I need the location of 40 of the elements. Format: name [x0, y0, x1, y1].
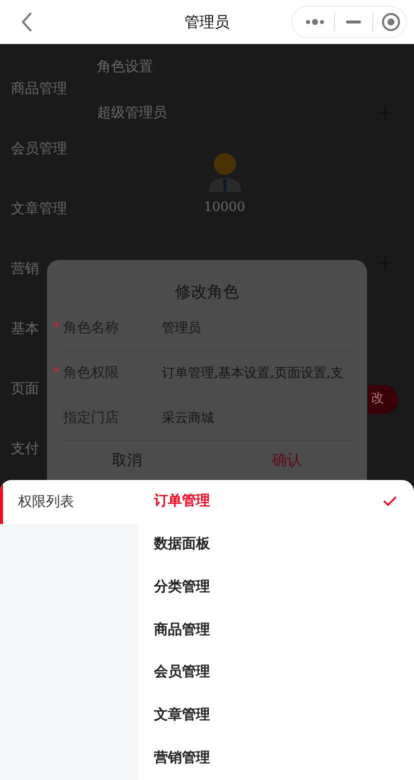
cancel-button[interactable]: 取消: [47, 441, 207, 480]
required-mark: *: [53, 364, 60, 384]
option-item[interactable]: 分类管理: [138, 566, 414, 609]
sidebar-item[interactable]: 支付: [11, 438, 39, 460]
sidebar-item[interactable]: 页面: [11, 378, 39, 400]
option-item[interactable]: 数据面板: [138, 522, 414, 566]
option-label: 分类管理: [154, 578, 210, 597]
option-item[interactable]: 会员管理: [138, 651, 414, 694]
option-item[interactable]: 营销管理: [138, 737, 414, 780]
page-title: 管理员: [184, 12, 230, 33]
edit-button[interactable]: 改: [368, 384, 398, 414]
capsule-menu[interactable]: [291, 6, 407, 38]
option-label: 商品管理: [154, 620, 210, 640]
more-icon[interactable]: [305, 18, 325, 26]
option-label: 数据面板: [154, 534, 210, 554]
option-label: 订单管理: [154, 492, 210, 511]
user-id: 10000: [204, 199, 246, 217]
sidebar-item[interactable]: 商品管理: [11, 78, 67, 100]
sidebar-item[interactable]: 文章管理: [11, 198, 67, 220]
sidebar-item[interactable]: 基本: [11, 318, 39, 340]
sidebar-item[interactable]: 营销: [11, 258, 39, 280]
sidebar-item[interactable]: 会员管理: [11, 138, 67, 160]
section-title: 角色设置: [97, 58, 153, 76]
option-label: 会员管理: [154, 663, 210, 682]
back-icon[interactable]: [21, 12, 33, 32]
option-item[interactable]: 文章管理: [138, 694, 414, 738]
field-value[interactable]: 管理员: [162, 318, 201, 338]
field-value[interactable]: 订单管理,基本设置,页面设置,支: [162, 364, 344, 384]
option-item[interactable]: 订单管理: [138, 480, 414, 523]
minimize-icon[interactable]: [346, 20, 361, 24]
option-item[interactable]: 商品管理: [138, 608, 414, 652]
option-label: 文章管理: [154, 706, 210, 726]
dialog-title: 修改角色: [175, 281, 239, 304]
check-icon: [383, 496, 397, 506]
sidebar-tab[interactable]: 权限列表: [0, 480, 138, 524]
field-value[interactable]: 采云商城: [162, 408, 214, 428]
role-name: 超级管理员: [97, 104, 167, 122]
required-mark: *: [53, 319, 60, 338]
close-icon[interactable]: [381, 12, 401, 32]
option-label: 营销管理: [154, 749, 210, 768]
